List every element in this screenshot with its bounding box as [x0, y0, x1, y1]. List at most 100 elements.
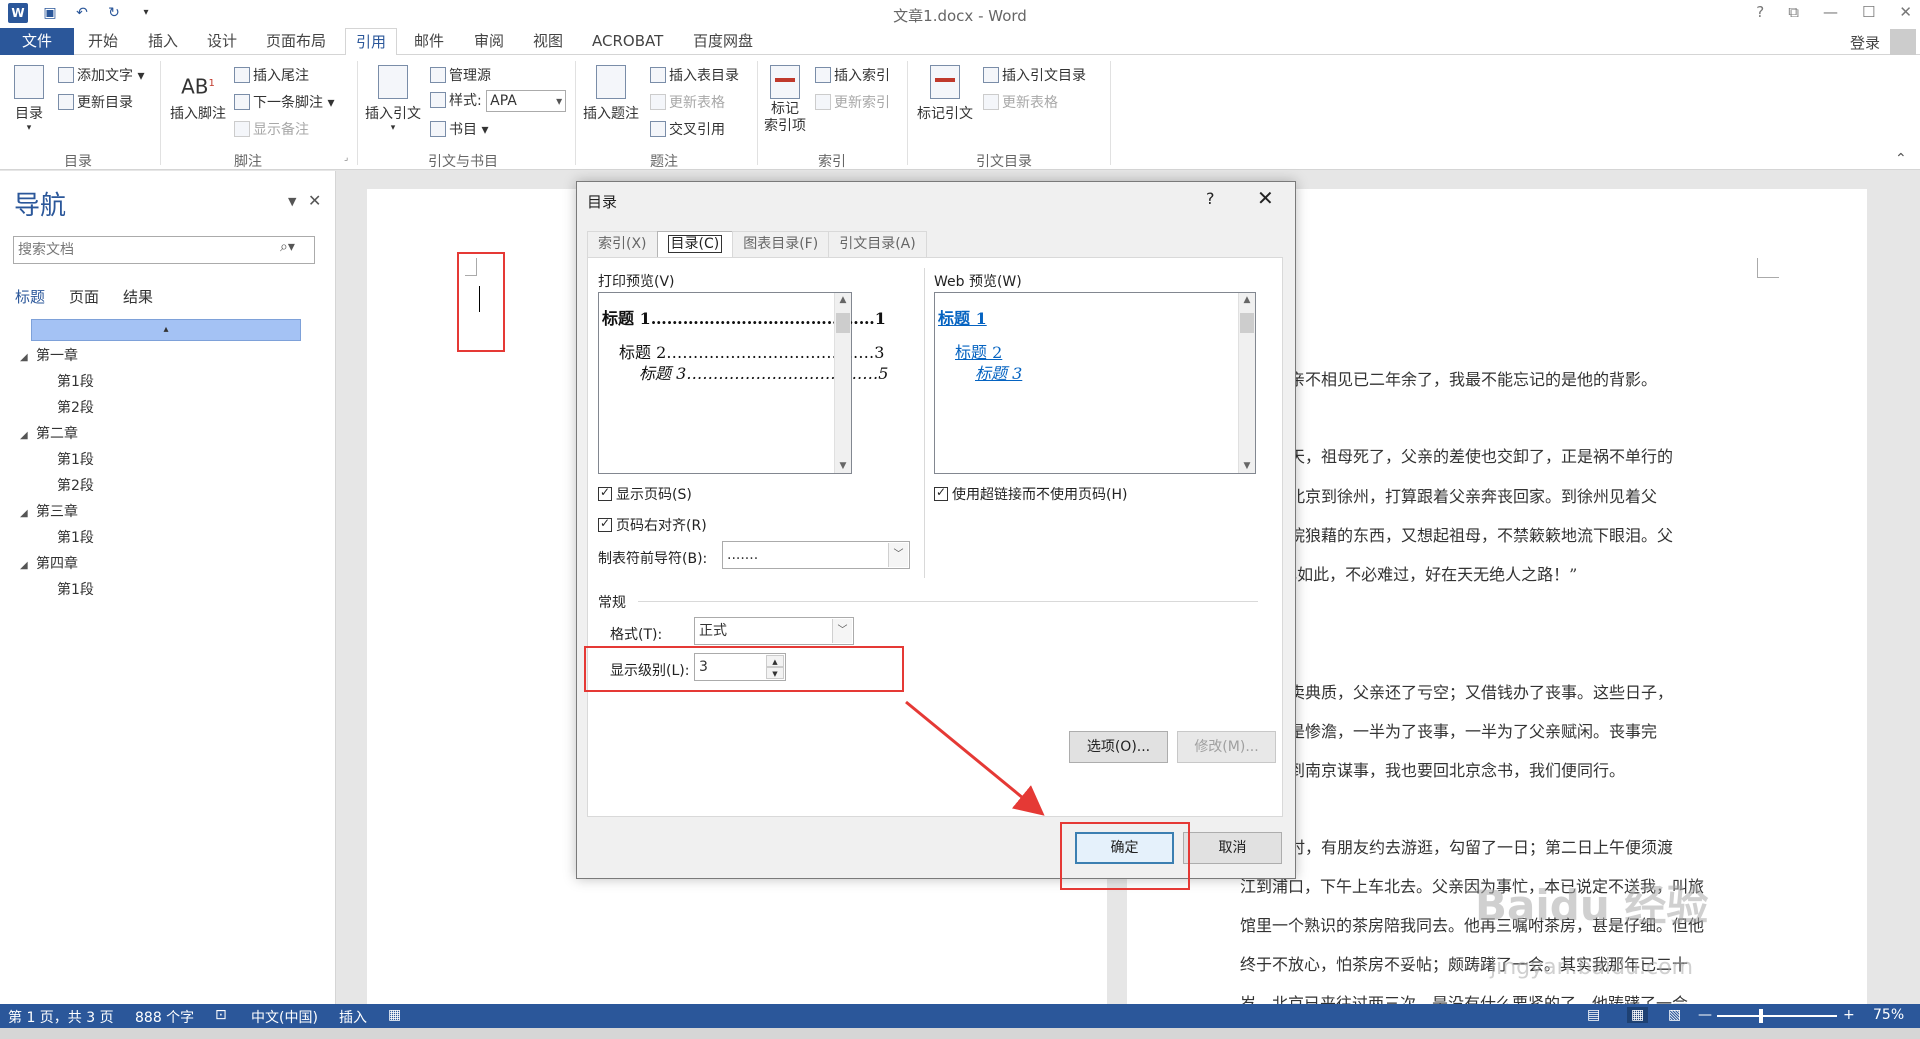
login-link[interactable]: 登录 — [1850, 32, 1880, 53]
tree-section-item[interactable]: 第1段 — [20, 447, 320, 473]
tab-acrobat[interactable]: ACROBAT — [592, 28, 663, 55]
ribbon-tabs: 文件 开始 插入 设计 页面布局 引用 邮件 审阅 视图 ACROBAT 百度网… — [0, 28, 1920, 56]
tab-home[interactable]: 开始 — [88, 28, 118, 55]
update-toa-button[interactable]: 更新表格 — [983, 92, 1058, 112]
tree-section-item[interactable]: 第2段 — [20, 395, 320, 421]
dialog-help-icon[interactable]: ? — [1206, 189, 1215, 208]
insert-footnote-button[interactable]: AB1 插入脚注 — [165, 65, 231, 123]
proofing-icon[interactable]: ⊡ — [215, 1007, 227, 1023]
print-preview-scrollbar[interactable]: ▲ ▼ — [834, 293, 851, 473]
nav-options-icon[interactable]: ▼ — [288, 195, 296, 208]
format-select[interactable]: 正式 ﹀ — [694, 617, 854, 645]
tree-chapter-item[interactable]: ◢ 第一章 — [20, 343, 320, 369]
web-preview-link-1[interactable]: 标题 1 — [938, 305, 987, 329]
tab-view[interactable]: 视图 — [533, 28, 563, 55]
web-preview-link-3[interactable]: 标题 3 — [975, 360, 1022, 384]
tab-table-of-authorities[interactable]: 引文目录(A) — [828, 231, 927, 257]
insert-citation-button[interactable]: 插入引文 ▾ — [362, 65, 424, 133]
cancel-button[interactable]: 取消 — [1183, 832, 1282, 864]
tree-section-item[interactable]: 第1段 — [20, 577, 320, 603]
tab-references[interactable]: 引用 — [345, 28, 398, 56]
expand-triangle-icon[interactable]: ◢ — [20, 345, 36, 371]
options-button[interactable]: 选项(O)... — [1069, 731, 1168, 763]
insert-caption-button[interactable]: 插入题注 — [580, 65, 642, 123]
tree-chapter-item[interactable]: ◢ 第二章 — [20, 421, 320, 447]
expand-triangle-icon[interactable]: ◢ — [20, 423, 36, 449]
mark-entry-button[interactable]: 标记 索引项 — [760, 65, 810, 135]
bibliography-button[interactable]: 书目 ▾ — [430, 119, 488, 139]
zoom-slider[interactable] — [1717, 1015, 1837, 1017]
expand-triangle-icon[interactable]: ◢ — [20, 501, 36, 527]
word-count[interactable]: 888 个字 — [135, 1007, 194, 1027]
insert-table-of-figures-button[interactable]: 插入表目录 — [650, 65, 739, 85]
web-preview-scrollbar[interactable]: ▲ ▼ — [1238, 293, 1255, 473]
update-table-button[interactable]: 更新表格 — [650, 92, 725, 112]
tree-chapter-item[interactable]: ◢ 第三章 — [20, 499, 320, 525]
nav-close-icon[interactable]: ✕ — [308, 191, 321, 210]
close-icon[interactable]: ✕ — [1899, 3, 1912, 21]
help-icon[interactable]: ? — [1756, 3, 1764, 21]
group-separator — [907, 61, 908, 165]
web-layout-icon[interactable]: ▧ — [1668, 1007, 1681, 1023]
tab-index[interactable]: 索引(X) — [587, 231, 658, 257]
insert-mode-indicator[interactable]: 插入 — [339, 1007, 367, 1027]
read-mode-icon[interactable]: ▤ — [1587, 1007, 1600, 1023]
dialog-close-icon[interactable]: ✕ — [1257, 186, 1274, 210]
nav-selected-heading[interactable]: ▴ — [31, 319, 301, 341]
print-preview-box[interactable]: 标题 1……………………………………1 标题 2…………………………………3 标… — [598, 292, 888, 474]
tab-review[interactable]: 审阅 — [474, 28, 504, 55]
tab-layout[interactable]: 页面布局 — [266, 28, 326, 55]
avatar[interactable] — [1890, 29, 1916, 55]
add-text-label: 添加文字 ▾ — [77, 68, 145, 84]
insert-index-button[interactable]: 插入索引 — [815, 65, 890, 85]
search-icon[interactable]: ⌕▾ — [280, 239, 315, 255]
add-text-button[interactable]: 添加文字 ▾ — [58, 65, 144, 85]
restore-icon[interactable]: ☐ — [1862, 3, 1875, 21]
update-index-button[interactable]: 更新索引 — [815, 92, 890, 112]
mark-citation-button[interactable]: 标记引文 — [912, 65, 978, 123]
show-notes-button[interactable]: 显示备注 — [234, 119, 309, 139]
language-indicator[interactable]: 中文(中国) — [251, 1007, 318, 1027]
tree-section-item[interactable]: 第1段 — [20, 369, 320, 395]
zoom-slider-thumb[interactable] — [1759, 1009, 1763, 1023]
tab-table-of-figures[interactable]: 图表目录(F) — [732, 231, 830, 257]
insert-toa-button[interactable]: 插入引文目录 — [983, 65, 1086, 85]
footnote-dialog-launcher-icon[interactable]: ⌟ — [344, 153, 348, 163]
manage-sources-button[interactable]: 管理源 — [430, 65, 491, 85]
use-hyperlinks-checkbox[interactable]: 使用超链接而不使用页码(H) — [934, 484, 1127, 504]
zoom-out-button[interactable]: — — [1698, 1007, 1712, 1023]
macro-record-icon[interactable]: ▦ — [388, 1007, 401, 1023]
expand-triangle-icon[interactable]: ◢ — [20, 553, 36, 579]
citation-style-select[interactable]: APA — [486, 90, 567, 112]
tab-design[interactable]: 设计 — [207, 28, 237, 55]
tab-baidu-netdisk[interactable]: 百度网盘 — [693, 28, 753, 55]
insert-endnote-button[interactable]: 插入尾注 — [234, 65, 309, 85]
print-layout-icon[interactable]: ▦ — [1627, 1007, 1649, 1023]
ribbon-display-icon[interactable]: ⧉ — [1788, 3, 1799, 21]
tab-file[interactable]: 文件 — [0, 28, 74, 55]
search-input[interactable]: 搜索文档 — [13, 236, 315, 264]
cross-reference-button[interactable]: 交叉引用 — [650, 119, 725, 139]
tab-leader-select[interactable]: ....... ﹀ — [722, 541, 910, 569]
toc-button[interactable]: 目录 ▾ — [8, 65, 50, 133]
page-count[interactable]: 第 1 页，共 3 页 — [8, 1007, 114, 1027]
web-preview-box[interactable]: 标题 1 标题 2 标题 3 ▲ ▼ — [934, 292, 1256, 474]
tab-insert[interactable]: 插入 — [148, 28, 178, 55]
tree-section-item[interactable]: 第1段 — [20, 525, 320, 551]
tab-results[interactable]: 结果 — [123, 286, 153, 307]
next-footnote-button[interactable]: 下一条脚注 ▾ — [234, 92, 334, 112]
minimize-icon[interactable]: — — [1823, 3, 1838, 21]
tab-mailings[interactable]: 邮件 — [414, 28, 444, 55]
right-align-checkbox[interactable]: 页码右对齐(R) — [598, 515, 707, 535]
zoom-level[interactable]: 75% — [1873, 1007, 1904, 1023]
update-toc-button[interactable]: 更新目录 — [58, 92, 133, 112]
tree-chapter-item[interactable]: ◢ 第四章 — [20, 551, 320, 577]
tab-toc[interactable]: 目录(C) — [656, 231, 734, 257]
tree-section-item[interactable]: 第2段 — [20, 473, 320, 499]
zoom-in-button[interactable]: + — [1843, 1007, 1855, 1023]
collapse-ribbon-icon[interactable]: ⌃ — [1895, 151, 1907, 167]
show-page-numbers-checkbox[interactable]: 显示页码(S) — [598, 484, 692, 504]
modify-button[interactable]: 修改(M)... — [1177, 731, 1276, 763]
tab-pages[interactable]: 页面 — [69, 286, 99, 307]
tab-headings[interactable]: 标题 — [15, 286, 45, 307]
